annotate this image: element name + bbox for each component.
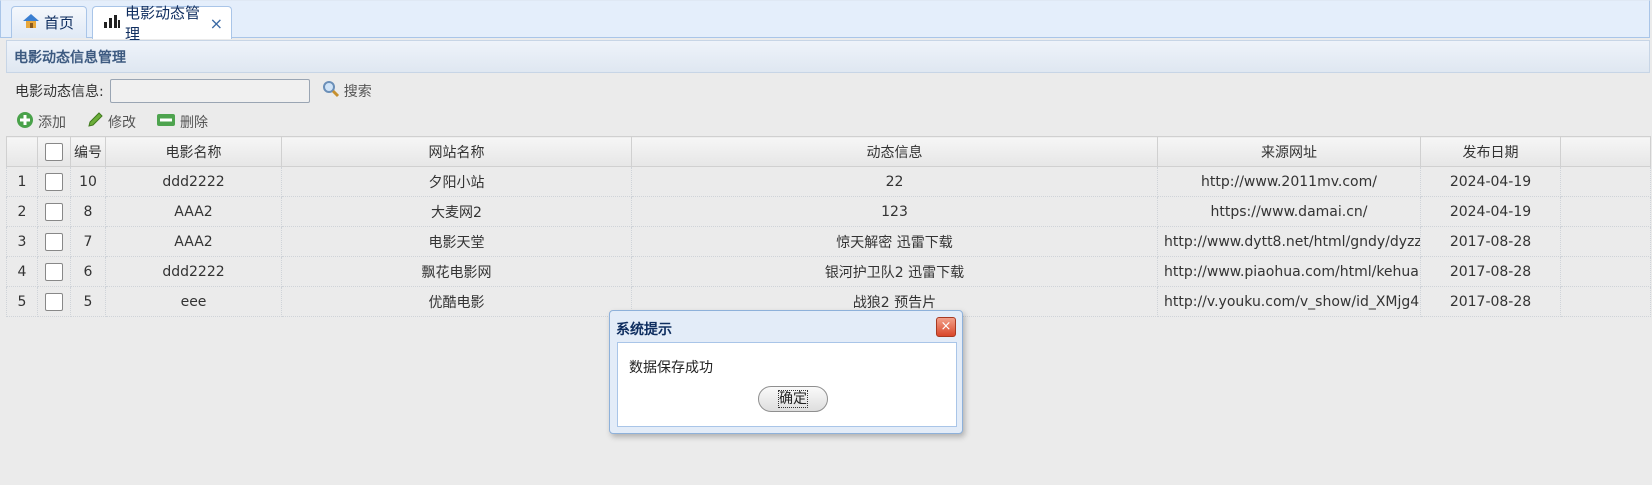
tab-home[interactable]: 首页 bbox=[11, 6, 87, 38]
tab-bar: 首页 电影动态管理 × bbox=[0, 0, 1650, 43]
delete-button[interactable]: 删除 bbox=[156, 112, 208, 132]
row-number: 2 bbox=[6, 196, 38, 227]
cell-movie: ddd2222 bbox=[105, 256, 282, 287]
cell-site: 大麦网2 bbox=[281, 196, 632, 227]
col-header-id[interactable]: 编号 bbox=[70, 136, 106, 167]
dialog-body: 数据保存成功 确定 bbox=[617, 342, 957, 427]
row-checkbox[interactable] bbox=[37, 196, 71, 227]
row-checkbox[interactable] bbox=[37, 226, 71, 257]
row-checkbox[interactable] bbox=[37, 166, 71, 197]
cell-filler bbox=[1560, 286, 1651, 317]
row-number: 1 bbox=[6, 166, 38, 197]
dialog-message: 数据保存成功 bbox=[629, 360, 713, 376]
edit-button[interactable]: 修改 bbox=[86, 111, 136, 133]
cell-site: 夕阳小站 bbox=[281, 166, 632, 197]
cell-filler bbox=[1560, 196, 1651, 227]
delete-button-label: 删除 bbox=[180, 115, 208, 131]
chart-icon bbox=[103, 13, 121, 33]
rownum-header bbox=[6, 136, 38, 167]
dialog-close-icon[interactable]: × bbox=[936, 317, 956, 337]
cell-site: 飘花电影网 bbox=[281, 256, 632, 287]
search-bar: 电影动态信息: 搜索 bbox=[6, 74, 372, 108]
cell-date: 2024-04-19 bbox=[1420, 166, 1561, 197]
ok-button-label: 确定 bbox=[778, 390, 808, 408]
cell-url: http://www.piaohua.com/html/kehuan/ bbox=[1157, 256, 1421, 287]
tab-home-label: 首页 bbox=[44, 14, 75, 32]
table-row[interactable]: 1 10 ddd2222 夕阳小站 22 http://www.2011mv.c… bbox=[6, 166, 1651, 197]
table-row[interactable]: 2 8 AAA2 大麦网2 123 https://www.damai.cn/ … bbox=[6, 196, 1651, 227]
cell-date: 2024-04-19 bbox=[1420, 196, 1561, 227]
cell-id: 5 bbox=[70, 286, 106, 317]
cell-date: 2017-08-28 bbox=[1420, 286, 1561, 317]
add-button-label: 添加 bbox=[38, 115, 66, 131]
cell-site: 优酷电影 bbox=[281, 286, 632, 317]
cell-movie: AAA2 bbox=[105, 196, 282, 227]
col-header-date[interactable]: 发布日期 bbox=[1420, 136, 1561, 167]
col-header-site[interactable]: 网站名称 bbox=[281, 136, 632, 167]
panel-title: 电影动态信息管理 bbox=[6, 40, 1650, 73]
table-header: 编号 电影名称 网站名称 动态信息 来源网址 发布日期 bbox=[6, 136, 1651, 167]
search-button-label: 搜索 bbox=[343, 84, 372, 100]
search-button[interactable]: 搜索 bbox=[322, 80, 372, 102]
cell-id: 7 bbox=[70, 226, 106, 257]
cell-date: 2017-08-28 bbox=[1420, 226, 1561, 257]
cell-info: 惊天解密 迅雷下载 bbox=[631, 226, 1158, 257]
row-number: 4 bbox=[6, 256, 38, 287]
col-header-filler bbox=[1560, 136, 1651, 167]
cell-filler bbox=[1560, 256, 1651, 287]
cell-info: 123 bbox=[631, 196, 1158, 227]
minus-icon bbox=[156, 112, 176, 132]
magnifier-icon bbox=[322, 80, 340, 102]
col-header-url[interactable]: 来源网址 bbox=[1157, 136, 1421, 167]
cell-filler bbox=[1560, 166, 1651, 197]
add-button[interactable]: 添加 bbox=[16, 111, 66, 133]
system-message-dialog: 系统提示 × 数据保存成功 确定 bbox=[609, 310, 963, 434]
cell-movie: eee bbox=[105, 286, 282, 317]
tab-close-icon[interactable]: × bbox=[210, 14, 223, 33]
search-label: 电影动态信息: bbox=[15, 84, 104, 100]
tab-movie-news[interactable]: 电影动态管理 × bbox=[92, 4, 232, 43]
cell-movie: ddd2222 bbox=[105, 166, 282, 197]
cell-url: http://www.2011mv.com/ bbox=[1157, 166, 1421, 197]
action-toolbar: 添加 修改 删除 bbox=[6, 108, 208, 136]
cell-info: 银河护卫队2 迅雷下载 bbox=[631, 256, 1158, 287]
cell-filler bbox=[1560, 226, 1651, 257]
row-number: 5 bbox=[6, 286, 38, 317]
search-input[interactable] bbox=[109, 79, 310, 103]
cell-url: http://v.youku.com/v_show/id_XMjg4N bbox=[1157, 286, 1421, 317]
cell-movie: AAA2 bbox=[105, 226, 282, 257]
plus-icon bbox=[16, 111, 34, 133]
cell-date: 2017-08-28 bbox=[1420, 256, 1561, 287]
select-all-checkbox[interactable] bbox=[37, 136, 71, 167]
ok-button[interactable]: 确定 bbox=[758, 386, 828, 412]
table-row[interactable]: 4 6 ddd2222 飘花电影网 银河护卫队2 迅雷下载 http://www… bbox=[6, 256, 1651, 287]
cell-info: 22 bbox=[631, 166, 1158, 197]
cell-url: http://www.dytt8.net/html/gndy/dyzz/ bbox=[1157, 226, 1421, 257]
col-header-movie[interactable]: 电影名称 bbox=[105, 136, 282, 167]
row-number: 3 bbox=[6, 226, 38, 257]
row-checkbox[interactable] bbox=[37, 256, 71, 287]
cell-site: 电影天堂 bbox=[281, 226, 632, 257]
data-table: 编号 电影名称 网站名称 动态信息 来源网址 发布日期 1 10 ddd2222… bbox=[6, 136, 1651, 317]
cell-id: 10 bbox=[70, 166, 106, 197]
cell-id: 6 bbox=[70, 256, 106, 287]
cell-id: 8 bbox=[70, 196, 106, 227]
table-row[interactable]: 3 7 AAA2 电影天堂 惊天解密 迅雷下载 http://www.dytt8… bbox=[6, 226, 1651, 257]
edit-button-label: 修改 bbox=[108, 115, 136, 131]
cell-url: https://www.damai.cn/ bbox=[1157, 196, 1421, 227]
dialog-title: 系统提示 bbox=[616, 322, 672, 338]
tab-movie-news-label: 电影动态管理 bbox=[125, 4, 201, 43]
col-header-info[interactable]: 动态信息 bbox=[631, 136, 1158, 167]
home-icon bbox=[22, 13, 40, 33]
row-checkbox[interactable] bbox=[37, 286, 71, 317]
pencil-icon bbox=[86, 111, 104, 133]
